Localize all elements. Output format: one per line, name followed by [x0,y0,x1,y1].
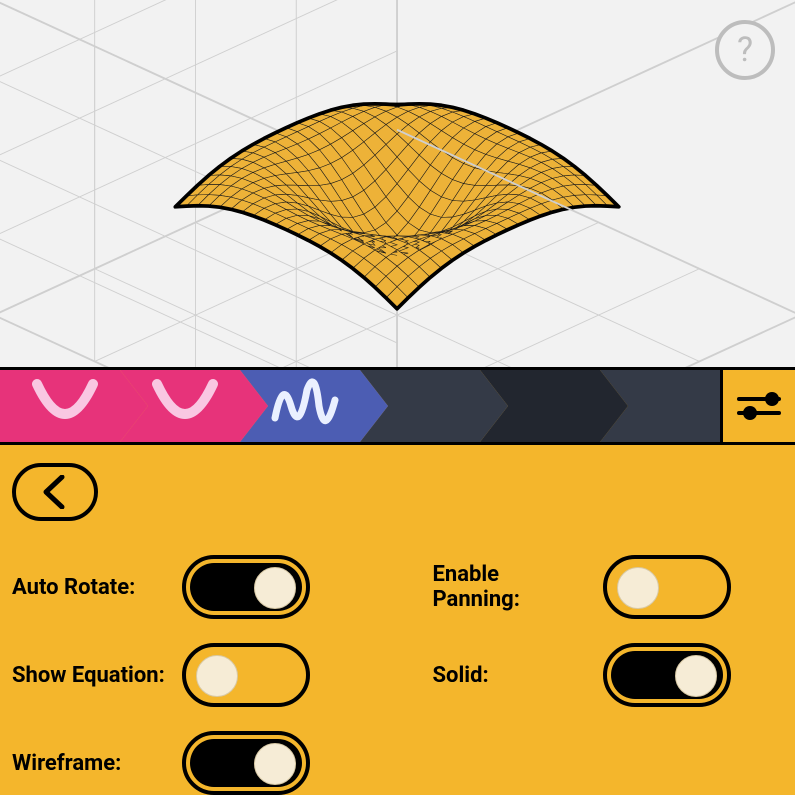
toggle-solid: Solid: [433,643,784,707]
toggle-label: Show Equation: [12,663,170,688]
switch-enable-panning[interactable] [603,555,731,619]
step-area [0,370,720,442]
step-bar [0,367,795,445]
toggle-label: Wireframe: [12,751,170,776]
control-panel: Auto Rotate: Enable Panning: Show Equati… [0,445,795,795]
help-icon: ? [737,30,753,70]
toggle-label: Solid: [433,663,591,688]
help-button[interactable]: ? [715,20,775,80]
toggle-wireframe: Wireframe: [12,731,363,795]
toggle-label: Enable Panning: [433,562,591,612]
equalizer-icon [737,397,781,401]
surface-canvas[interactable] [0,0,795,367]
back-button[interactable] [12,463,98,521]
toggle-enable-panning: Enable Panning: [433,555,784,619]
switch-show-equation[interactable] [182,643,310,707]
toggle-label: Auto Rotate: [12,575,170,600]
switch-auto-rotate[interactable] [182,555,310,619]
settings-button[interactable] [720,370,795,442]
toggle-show-equation: Show Equation: [12,643,363,707]
chevron-left-icon [40,475,70,509]
viewport-3d[interactable]: ? [0,0,795,367]
switch-wireframe[interactable] [182,731,310,795]
equalizer-icon [737,411,781,415]
toggle-grid: Auto Rotate: Enable Panning: Show Equati… [12,555,783,795]
switch-solid[interactable] [603,643,731,707]
toggle-auto-rotate: Auto Rotate: [12,555,363,619]
